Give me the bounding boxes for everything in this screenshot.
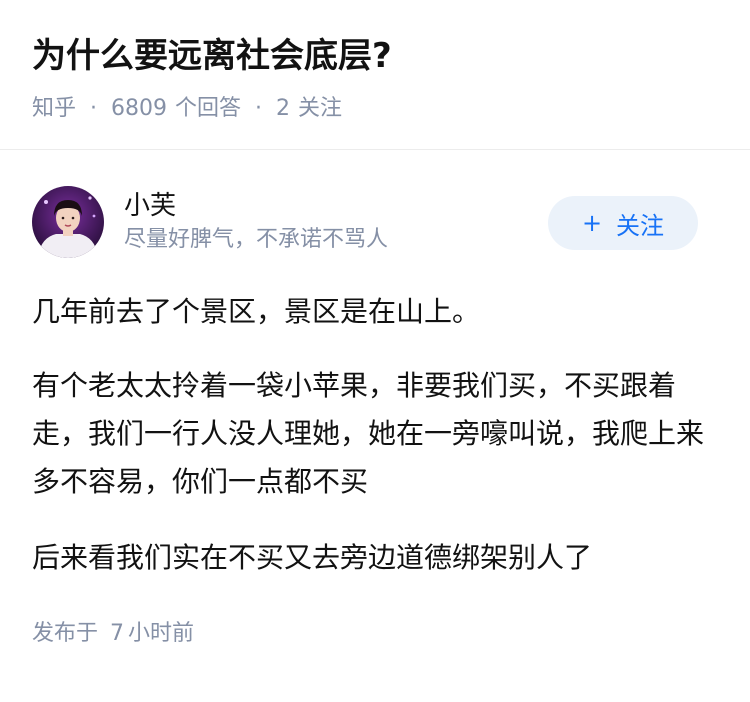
source-label[interactable]: 知乎 xyxy=(32,92,76,126)
publish-time: 发布于 7 小时前 xyxy=(32,618,718,650)
avatar-image xyxy=(32,186,104,258)
follower-count: 2 xyxy=(276,96,291,121)
answer-count: 6809 xyxy=(111,96,168,121)
answer-count-label: 个回答 xyxy=(175,96,242,121)
publish-unit: 小时前 xyxy=(128,621,195,646)
answer-content: 几年前去了个景区，景区是在山上。 有个老太太拎着一袋小苹果，非要我们买，不买跟着… xyxy=(32,288,718,582)
answer-paragraph: 有个老太太拎着一袋小苹果，非要我们买，不买跟着走，我们一行人没人理她，她在一旁嚎… xyxy=(32,369,705,498)
zhihu-answer-page: 为什么要远离社会底层? 知乎 · 6809 个回答 · 2 关注 小芙 尽量好脾… xyxy=(0,0,750,702)
follow-button-label: 关注 xyxy=(616,211,665,240)
avatar[interactable] xyxy=(32,186,104,258)
author-name[interactable]: 小芙 xyxy=(124,188,388,224)
answer-paragraph: 后来看我们实在不买又去旁边道德绑架别人了 xyxy=(32,541,593,574)
author-headline: 尽量好脾气，不承诺不骂人 xyxy=(124,227,389,252)
publish-amount: 7 xyxy=(110,621,125,646)
follow-button[interactable]: + 关注 xyxy=(548,196,698,250)
answer-card: 小芙 尽量好脾气，不承诺不骂人 + 关注 几年前去了个景区，景区是在山上。 有个… xyxy=(0,150,750,650)
meta-separator: · xyxy=(255,96,263,121)
follower-count-label: 关注 xyxy=(298,96,343,121)
plus-icon: + xyxy=(581,209,603,237)
author-info: 小芙 尽量好脾气，不承诺不骂人 xyxy=(124,188,388,256)
author-row: 小芙 尽量好脾气，不承诺不骂人 + 关注 xyxy=(32,186,718,258)
question-title[interactable]: 为什么要远离社会底层? xyxy=(32,30,718,82)
question-meta: 知乎 · 6809 个回答 · 2 关注 xyxy=(32,92,718,126)
question-header: 为什么要远离社会底层? 知乎 · 6809 个回答 · 2 关注 xyxy=(0,0,750,150)
meta-separator: · xyxy=(90,96,98,121)
publish-label: 发布于 xyxy=(32,621,99,646)
answer-paragraph: 几年前去了个景区，景区是在山上。 xyxy=(32,295,481,328)
